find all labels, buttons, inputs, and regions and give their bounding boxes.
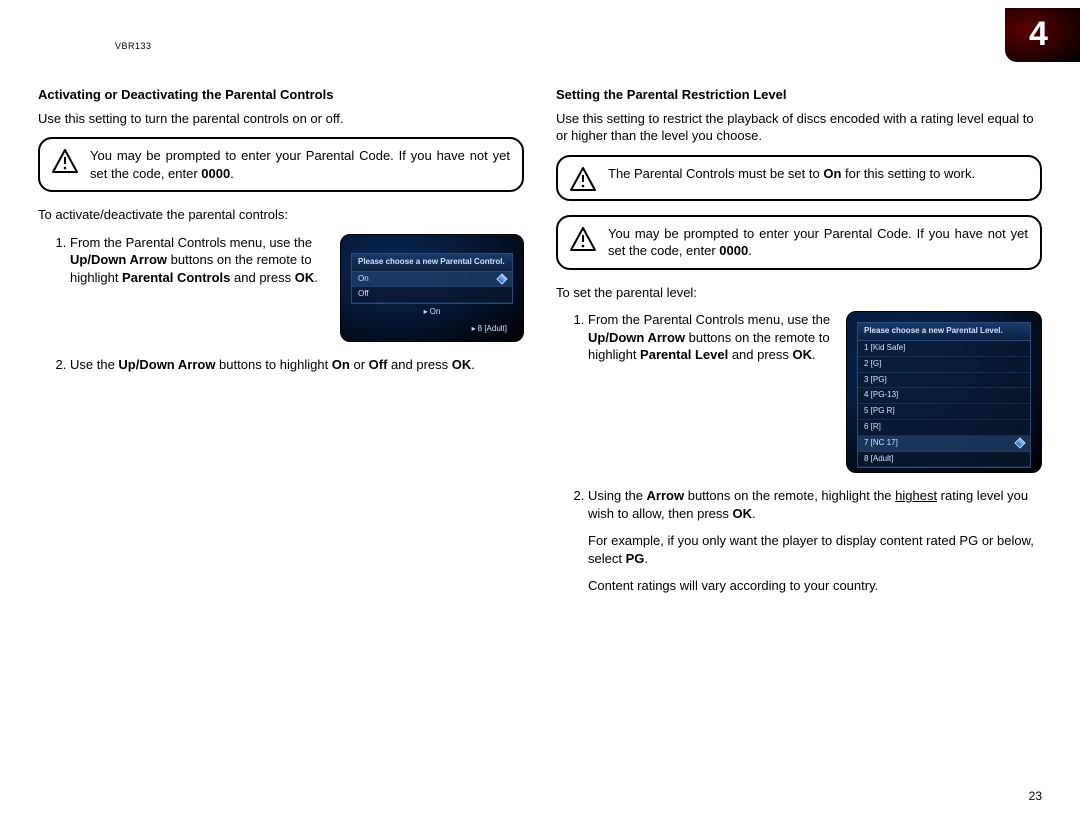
callout-text: You may be prompted to enter your Parent… <box>90 147 510 182</box>
screenshot-parental-onoff: Please choose a new Parental Control. On… <box>340 234 524 342</box>
chapter-number: 4 <box>1029 12 1048 58</box>
right-heading: Setting the Parental Restriction Level <box>556 86 1042 104</box>
warning-icon <box>570 227 596 251</box>
left-steps: From the Parental Controls menu, use the… <box>38 234 524 374</box>
list-item: From the Parental Controls menu, use the… <box>70 234 524 342</box>
right-lead: To set the parental level: <box>556 284 1042 302</box>
callout-text: The Parental Controls must be set to On … <box>608 165 975 183</box>
page-number: 23 <box>1029 788 1042 804</box>
left-column: Activating or Deactivating the Parental … <box>38 86 524 609</box>
diamond-icon <box>496 273 507 284</box>
step-text: From the Parental Controls menu, use the… <box>588 311 832 364</box>
list-item: From the Parental Controls menu, use the… <box>588 311 1042 473</box>
step-text: From the Parental Controls menu, use the… <box>70 234 326 287</box>
warning-icon <box>570 167 596 191</box>
list-item: Using the Arrow buttons on the remote, h… <box>588 487 1042 595</box>
screenshot-parental-level: Please choose a new Parental Level. 1 [K… <box>846 311 1042 473</box>
right-steps: From the Parental Controls menu, use the… <box>556 311 1042 595</box>
model-label: VBR133 <box>115 40 152 52</box>
warning-icon <box>52 149 78 173</box>
content-columns: Activating or Deactivating the Parental … <box>38 86 1042 609</box>
left-heading: Activating or Deactivating the Parental … <box>38 86 524 104</box>
left-lead: To activate/deactivate the parental cont… <box>38 206 524 224</box>
right-callout-2: You may be prompted to enter your Parent… <box>556 215 1042 270</box>
right-intro: Use this setting to restrict the playbac… <box>556 110 1042 145</box>
right-column: Setting the Parental Restriction Level U… <box>556 86 1042 609</box>
diamond-icon <box>1014 438 1025 449</box>
callout-text: You may be prompted to enter your Parent… <box>608 225 1028 260</box>
right-callout-1: The Parental Controls must be set to On … <box>556 155 1042 201</box>
list-item: Use the Up/Down Arrow buttons to highlig… <box>70 356 524 374</box>
chapter-tab: 4 <box>1005 8 1080 62</box>
left-callout-1: You may be prompted to enter your Parent… <box>38 137 524 192</box>
left-intro: Use this setting to turn the parental co… <box>38 110 524 128</box>
